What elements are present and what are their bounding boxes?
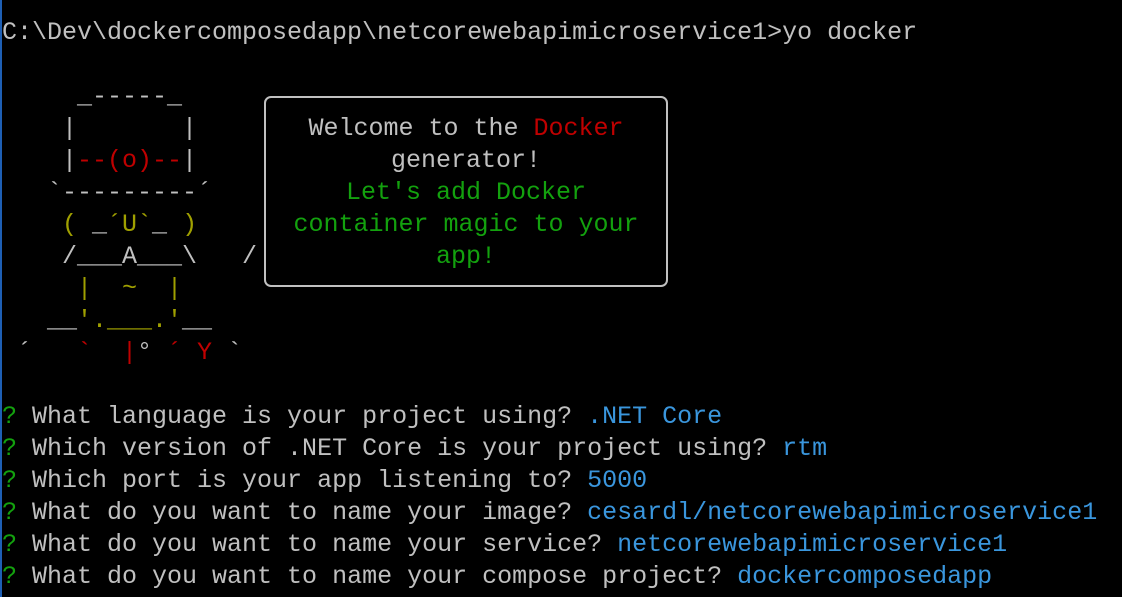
prompt-answer: netcorewebapimicroservice1 bbox=[617, 530, 1008, 559]
prompt-question: Which version of .NET Core is your proje… bbox=[17, 434, 783, 463]
prompt-answer: 5000 bbox=[587, 466, 648, 495]
ascii-art-segment: ` | bbox=[77, 338, 138, 367]
ascii-art-segment: '.___.' bbox=[77, 306, 183, 335]
welcome-line-3: Let's add Docker bbox=[345, 178, 587, 207]
ascii-art-segment: | bbox=[182, 146, 258, 175]
prompt-image-name: ? What do you want to name your image? c… bbox=[2, 497, 1097, 529]
ascii-art-segment: _-----_ bbox=[2, 82, 258, 111]
prompt-version: ? Which version of .NET Core is your pro… bbox=[2, 433, 827, 465]
prompt-question: What do you want to name your service? bbox=[17, 530, 618, 559]
ascii-art-row: | ~ | bbox=[2, 273, 257, 305]
ascii-art-row: _-----_ bbox=[2, 81, 257, 113]
prompt-answer: cesardl/netcorewebapimicroservice1 bbox=[587, 498, 1098, 527]
ascii-art-segment: ° bbox=[137, 338, 168, 367]
ascii-art-segment: ´U` bbox=[107, 210, 153, 239]
ascii-art-segment: __ bbox=[2, 306, 78, 335]
prompt-answer: .NET Core bbox=[587, 402, 723, 431]
ascii-art-segment: _ bbox=[152, 210, 168, 239]
ascii-art-segment: --(o)-- bbox=[77, 146, 183, 175]
welcome-line-1: Welcome to the Docker bbox=[264, 113, 668, 145]
ascii-art-segment: ` bbox=[212, 338, 258, 367]
ascii-art-segment: /___A___\ / bbox=[2, 242, 258, 271]
ascii-art-segment: | bbox=[2, 146, 78, 175]
question-mark-icon: ? bbox=[2, 434, 18, 463]
ascii-art-segment: `---------´ bbox=[2, 178, 258, 207]
question-mark-icon: ? bbox=[2, 530, 18, 559]
ascii-art-row: /___A___\ / bbox=[2, 241, 257, 273]
ascii-art-segment: _ bbox=[92, 210, 108, 239]
question-mark-icon: ? bbox=[2, 466, 18, 495]
ascii-art-segment: ´ bbox=[2, 338, 78, 367]
question-mark-icon: ? bbox=[2, 498, 18, 527]
ascii-art-segment: __ bbox=[182, 306, 258, 335]
ascii-art-row: | | bbox=[2, 113, 257, 145]
prompt-answer: rtm bbox=[782, 434, 828, 463]
ascii-art-segment: | ~ | bbox=[2, 274, 258, 303]
ascii-art-segment: | | bbox=[2, 114, 258, 143]
question-mark-icon: ? bbox=[2, 562, 18, 591]
command-line: C:\Dev\dockercomposedapp\netcorewebapimi… bbox=[2, 18, 918, 47]
terminal-window[interactable]: C:\Dev\dockercomposedapp\netcorewebapimi… bbox=[0, 0, 1122, 597]
ascii-art-row: `---------´ bbox=[2, 177, 257, 209]
prompt-service-name: ? What do you want to name your service?… bbox=[2, 529, 1007, 561]
ascii-art-row: |--(o)--| bbox=[2, 145, 257, 177]
ascii-art-row: ( _´U`_ ) bbox=[2, 209, 257, 241]
prompt-answer: dockercomposedapp bbox=[737, 562, 993, 591]
prompt-question: What do you want to name your compose pr… bbox=[17, 562, 738, 591]
docker-highlight: Docker bbox=[533, 114, 624, 143]
yeoman-ascii-art: _-----_ | | |--(o)--| `---------´ ( _´U`… bbox=[2, 81, 257, 369]
welcome-line-5: app! bbox=[435, 242, 496, 271]
ascii-art-segment: ) bbox=[167, 210, 258, 239]
welcome-line-2: generator! bbox=[390, 146, 542, 175]
prompt-language: ? What language is your project using? .… bbox=[2, 401, 722, 433]
prompt-question: What language is your project using? bbox=[17, 402, 588, 431]
ascii-art-segment: ´ Y bbox=[167, 338, 213, 367]
prompt-port: ? Which port is your app listening to? 5… bbox=[2, 465, 647, 497]
welcome-line-4: container magic to your bbox=[293, 210, 639, 239]
prompt-question: Which port is your app listening to? bbox=[17, 466, 588, 495]
prompt-compose-project: ? What do you want to name your compose … bbox=[2, 561, 992, 593]
ascii-art-row: ´ ` |° ´ Y ` bbox=[2, 337, 257, 369]
prompt-question: What do you want to name your image? bbox=[17, 498, 588, 527]
welcome-prefix: Welcome to the bbox=[308, 114, 534, 143]
question-mark-icon: ? bbox=[2, 402, 18, 431]
ascii-art-segment: ( bbox=[2, 210, 93, 239]
ascii-art-row: __'.___.'__ bbox=[2, 305, 257, 337]
